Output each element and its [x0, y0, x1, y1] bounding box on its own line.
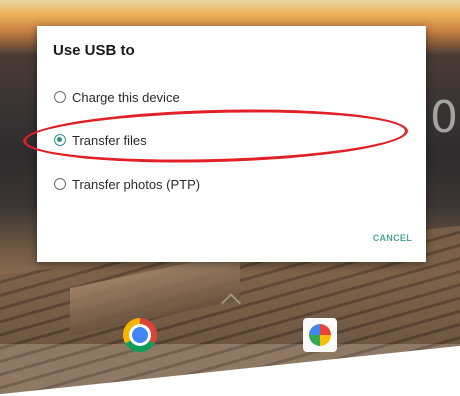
- usb-options-dialog: Use USB to Charge this device Transfer f…: [37, 26, 426, 262]
- clock-widget: 0: [430, 92, 458, 143]
- photos-icon[interactable]: [303, 318, 337, 352]
- option-transfer-files[interactable]: Transfer files: [54, 130, 147, 150]
- radio-button-icon[interactable]: [54, 91, 66, 103]
- option-transfer-photos-ptp[interactable]: Transfer photos (PTP): [54, 174, 200, 194]
- option-label: Charge this device: [72, 89, 180, 105]
- dialog-title: Use USB to: [53, 42, 135, 59]
- radio-button-icon[interactable]: [54, 178, 66, 190]
- option-charge-this-device[interactable]: Charge this device: [54, 87, 180, 107]
- option-label: Transfer files: [72, 132, 147, 148]
- option-label: Transfer photos (PTP): [72, 176, 201, 192]
- chrome-icon[interactable]: [123, 318, 157, 352]
- radio-button-selected-icon[interactable]: [54, 134, 66, 146]
- cancel-button[interactable]: CANCEL: [373, 233, 412, 243]
